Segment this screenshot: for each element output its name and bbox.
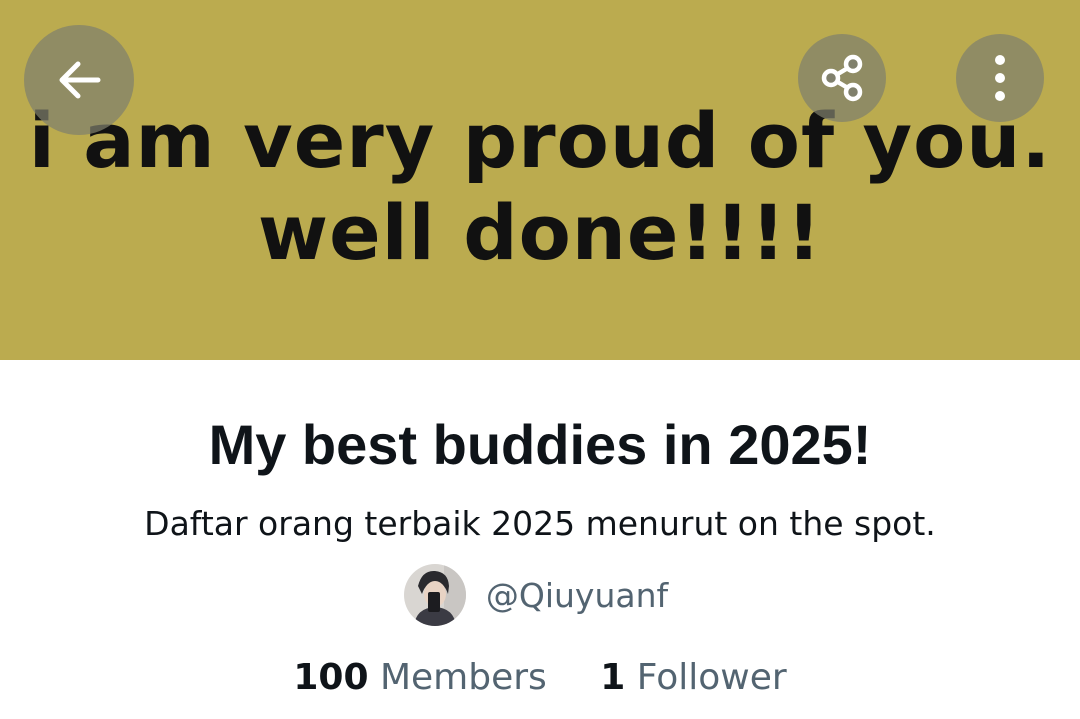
followers-count: 1 (600, 657, 626, 698)
back-button[interactable] (24, 25, 134, 135)
list-banner: i am very proud of you. well done!!!! (0, 0, 1080, 360)
more-options-button[interactable] (956, 34, 1044, 122)
followers-label: Follower (636, 657, 787, 698)
list-title: My best buddies in 2025! (208, 413, 872, 476)
list-description: Daftar orang terbaik 2025 menurut on the… (144, 504, 936, 543)
avatar-image (403, 564, 466, 626)
owner-avatar[interactable] (403, 564, 466, 626)
list-stats: 100 Members 1 Follower (0, 652, 1080, 704)
list-owner[interactable]: @Qiuyuanf (0, 564, 1080, 626)
members-label: Members (379, 657, 547, 698)
members-link[interactable]: 100 Members (293, 652, 546, 704)
banner-line-2: well done!!!! (257, 188, 823, 277)
members-count: 100 (293, 657, 369, 698)
arrow-left-icon (59, 61, 101, 99)
owner-handle[interactable]: @Qiuyuanf (486, 576, 668, 615)
followers-link[interactable]: 1 Follower (600, 652, 786, 704)
share-icon (821, 54, 863, 102)
banner-line-1: i am very proud of you. (28, 96, 1052, 185)
share-button[interactable] (798, 34, 886, 122)
banner-image-text: i am very proud of you. well done!!!! (0, 95, 1080, 279)
more-vertical-icon (995, 55, 1005, 101)
